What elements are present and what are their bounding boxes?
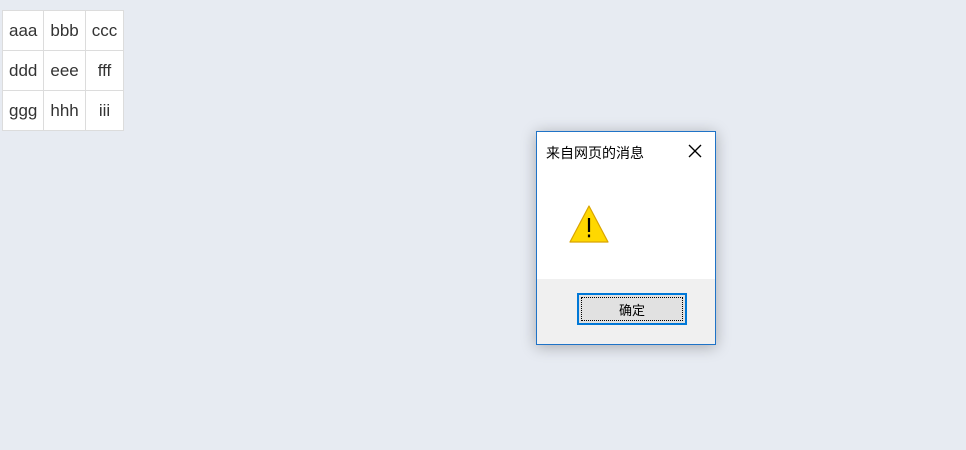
dialog-title: 来自网页的消息 bbox=[546, 146, 644, 162]
table-cell: bbb bbox=[43, 10, 86, 51]
table-cell: hhh bbox=[43, 90, 86, 131]
table-cell: eee bbox=[43, 50, 86, 91]
warning-icon bbox=[569, 205, 609, 243]
alert-dialog: 来自网页的消息 确定 bbox=[536, 131, 716, 345]
table-cell: aaa bbox=[1, 10, 45, 51]
table-cell: iii bbox=[84, 90, 125, 131]
table-cell: ddd bbox=[1, 50, 45, 91]
dialog-footer: 确定 bbox=[537, 279, 715, 344]
ok-button[interactable]: 确定 bbox=[577, 293, 687, 325]
close-button[interactable] bbox=[686, 142, 704, 160]
table-cell: ggg bbox=[1, 90, 45, 131]
table-row: ddd eee fff bbox=[1, 50, 125, 91]
data-table: aaa bbb ccc ddd eee fff ggg hhh iii bbox=[1, 10, 125, 131]
table-cell: ccc bbox=[84, 10, 125, 51]
table-row: ggg hhh iii bbox=[1, 90, 125, 131]
table-row: aaa bbb ccc bbox=[1, 10, 125, 51]
close-icon bbox=[688, 144, 702, 158]
table-cell: fff bbox=[84, 50, 125, 91]
